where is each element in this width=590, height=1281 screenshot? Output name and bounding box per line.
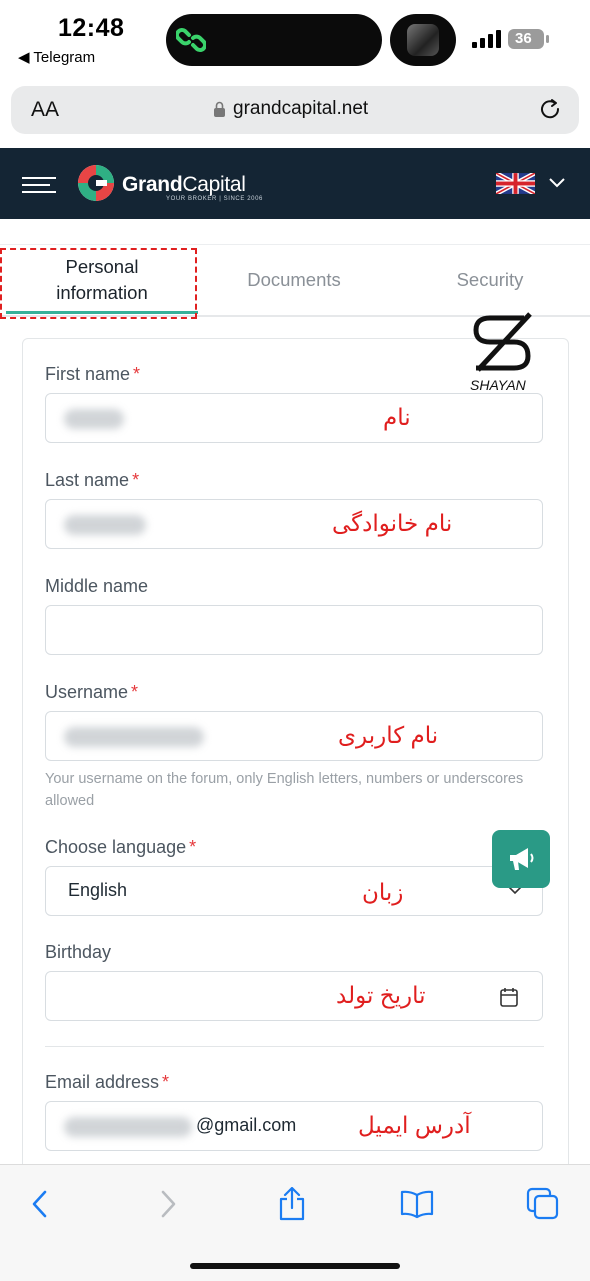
announcements-button[interactable] — [492, 830, 550, 888]
email-field[interactable]: @gmail.com آدرس ایمیل — [45, 1101, 543, 1151]
back-to-app-link[interactable]: ◀ Telegram — [18, 48, 95, 66]
required-mark: * — [162, 1072, 170, 1092]
required-mark: * — [131, 682, 139, 702]
email-label: Email address * — [45, 1072, 169, 1093]
back-icon[interactable] — [24, 1187, 58, 1221]
required-mark: * — [189, 837, 197, 857]
share-icon[interactable] — [275, 1187, 309, 1221]
calendar-icon[interactable] — [500, 987, 518, 1007]
first-name-label-text: First name — [45, 364, 131, 384]
svg-text:SHAYAN: SHAYAN — [470, 377, 527, 393]
highlight-annotation — [0, 248, 197, 319]
grandcapital-logo[interactable] — [76, 163, 116, 203]
middle-name-field[interactable] — [45, 605, 543, 655]
redacted-value — [64, 727, 204, 747]
redacted-value — [64, 515, 146, 535]
tab-documents[interactable]: Documents — [198, 245, 390, 315]
username-annotation: نام کاربری — [338, 722, 439, 748]
dynamic-island — [166, 14, 382, 66]
tab-label: Security — [456, 269, 524, 290]
last-name-annotation: نام خانوادگی — [332, 510, 453, 536]
username-label-text: Username — [45, 682, 129, 702]
uk-flag-icon[interactable] — [496, 173, 535, 194]
home-indicator — [190, 1263, 400, 1269]
battery-level: 36 — [515, 30, 532, 47]
first-name-field[interactable]: نام — [45, 393, 543, 443]
url-text[interactable]: grandcapital.net — [233, 98, 368, 120]
email-annotation: آدرس ایمیل — [358, 1112, 471, 1138]
last-name-label: Last name * — [45, 470, 139, 491]
redacted-value — [64, 1117, 192, 1137]
megaphone-icon — [510, 848, 534, 870]
status-time: 12:48 — [58, 14, 125, 42]
username-hint: Your username on the forum, only English… — [45, 771, 524, 809]
email-domain: @gmail.com — [196, 1115, 297, 1135]
tab-label: Documents — [247, 269, 341, 290]
username-field[interactable]: نام کاربری — [45, 711, 543, 761]
site-header: GrandCapital YOUR BROKER | SINCE 2006 — [0, 148, 590, 219]
forward-icon[interactable] — [150, 1187, 184, 1221]
middle-name-label-text: Middle name — [45, 576, 149, 596]
language-selected-value: English — [68, 880, 128, 900]
language-label: Choose language * — [45, 837, 196, 858]
brand-name-bold: Grand — [122, 173, 183, 196]
tab-security[interactable]: Security — [394, 245, 586, 315]
media-activity — [390, 14, 456, 66]
brand-tagline: YOUR BROKER | SINCE 2006 — [166, 196, 263, 202]
middle-name-label: Middle name — [45, 576, 148, 597]
lock-icon — [214, 101, 225, 117]
language-select[interactable]: English زبان — [45, 866, 543, 916]
text-size-button[interactable]: AA — [31, 98, 59, 122]
tabs-icon[interactable] — [526, 1187, 560, 1221]
first-name-label: First name * — [45, 364, 140, 385]
required-mark: * — [133, 364, 141, 384]
signal-icon — [472, 30, 501, 48]
hamburger-icon[interactable] — [22, 177, 56, 193]
birthday-annotation: تاریخ تولد — [336, 982, 426, 1008]
brand-name[interactable]: GrandCapital — [122, 173, 246, 197]
birthday-field[interactable]: تاریخ تولد — [45, 971, 543, 1021]
bookmarks-icon[interactable] — [400, 1187, 434, 1221]
reload-icon[interactable] — [539, 98, 563, 122]
brand-name-light: Capital — [182, 173, 246, 196]
section-divider — [45, 1046, 544, 1047]
required-mark: * — [132, 470, 140, 490]
language-label-text: Choose language — [45, 837, 187, 857]
first-name-annotation: نام — [383, 404, 411, 430]
battery-icon: 36 — [508, 29, 550, 49]
email-label-text: Email address — [45, 1072, 160, 1092]
chevron-down-icon[interactable] — [549, 178, 565, 188]
redacted-value — [64, 409, 124, 429]
last-name-field[interactable]: نام خانوادگی — [45, 499, 543, 549]
media-thumbnail — [407, 24, 439, 56]
link-icon — [176, 28, 206, 52]
address-bar[interactable]: AA grandcapital.net — [11, 86, 579, 134]
birthday-label: Birthday — [45, 942, 111, 963]
last-name-label-text: Last name — [45, 470, 130, 490]
shayan-watermark-logo: SHAYAN — [470, 312, 532, 393]
language-annotation: زبان — [362, 879, 404, 905]
browser-toolbar — [0, 1164, 590, 1281]
birthday-label-text: Birthday — [45, 942, 112, 962]
username-label: Username * — [45, 682, 138, 703]
